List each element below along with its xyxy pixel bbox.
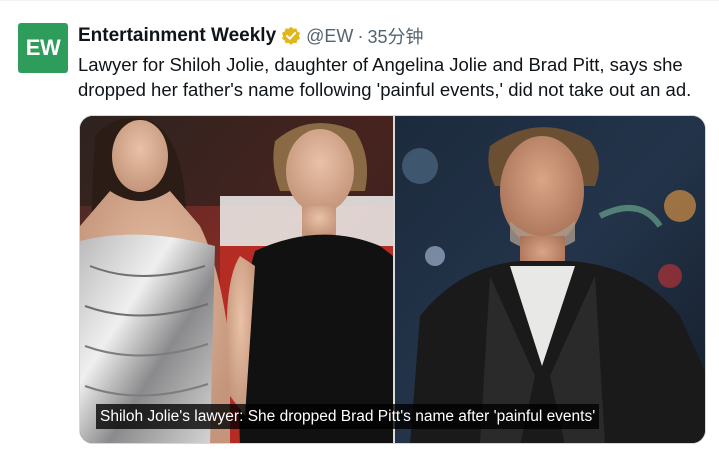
tweet-media[interactable]: Shiloh Jolie's lawyer: She dropped Brad … (79, 115, 706, 444)
media-caption: Shiloh Jolie's lawyer: She dropped Brad … (96, 404, 600, 429)
top-divider (0, 0, 719, 1)
verified-badge-icon[interactable] (281, 26, 301, 46)
timestamp[interactable]: 35分钟 (367, 23, 423, 49)
media-divider (393, 116, 395, 443)
tweet-text: Lawyer for Shiloh Jolie, daughter of Ang… (78, 54, 692, 100)
author-name[interactable]: Entertainment Weekly (78, 25, 276, 47)
media-caption-text: Shiloh Jolie's lawyer: She dropped Brad … (100, 407, 596, 425)
author-handle[interactable]: @EW (306, 26, 353, 47)
tweet-header: Entertainment Weekly @EW · 35分钟 (78, 23, 423, 49)
meta-separator: · (357, 25, 364, 46)
avatar-logo-text: EW (25, 35, 61, 60)
avatar[interactable]: EW (18, 23, 68, 73)
